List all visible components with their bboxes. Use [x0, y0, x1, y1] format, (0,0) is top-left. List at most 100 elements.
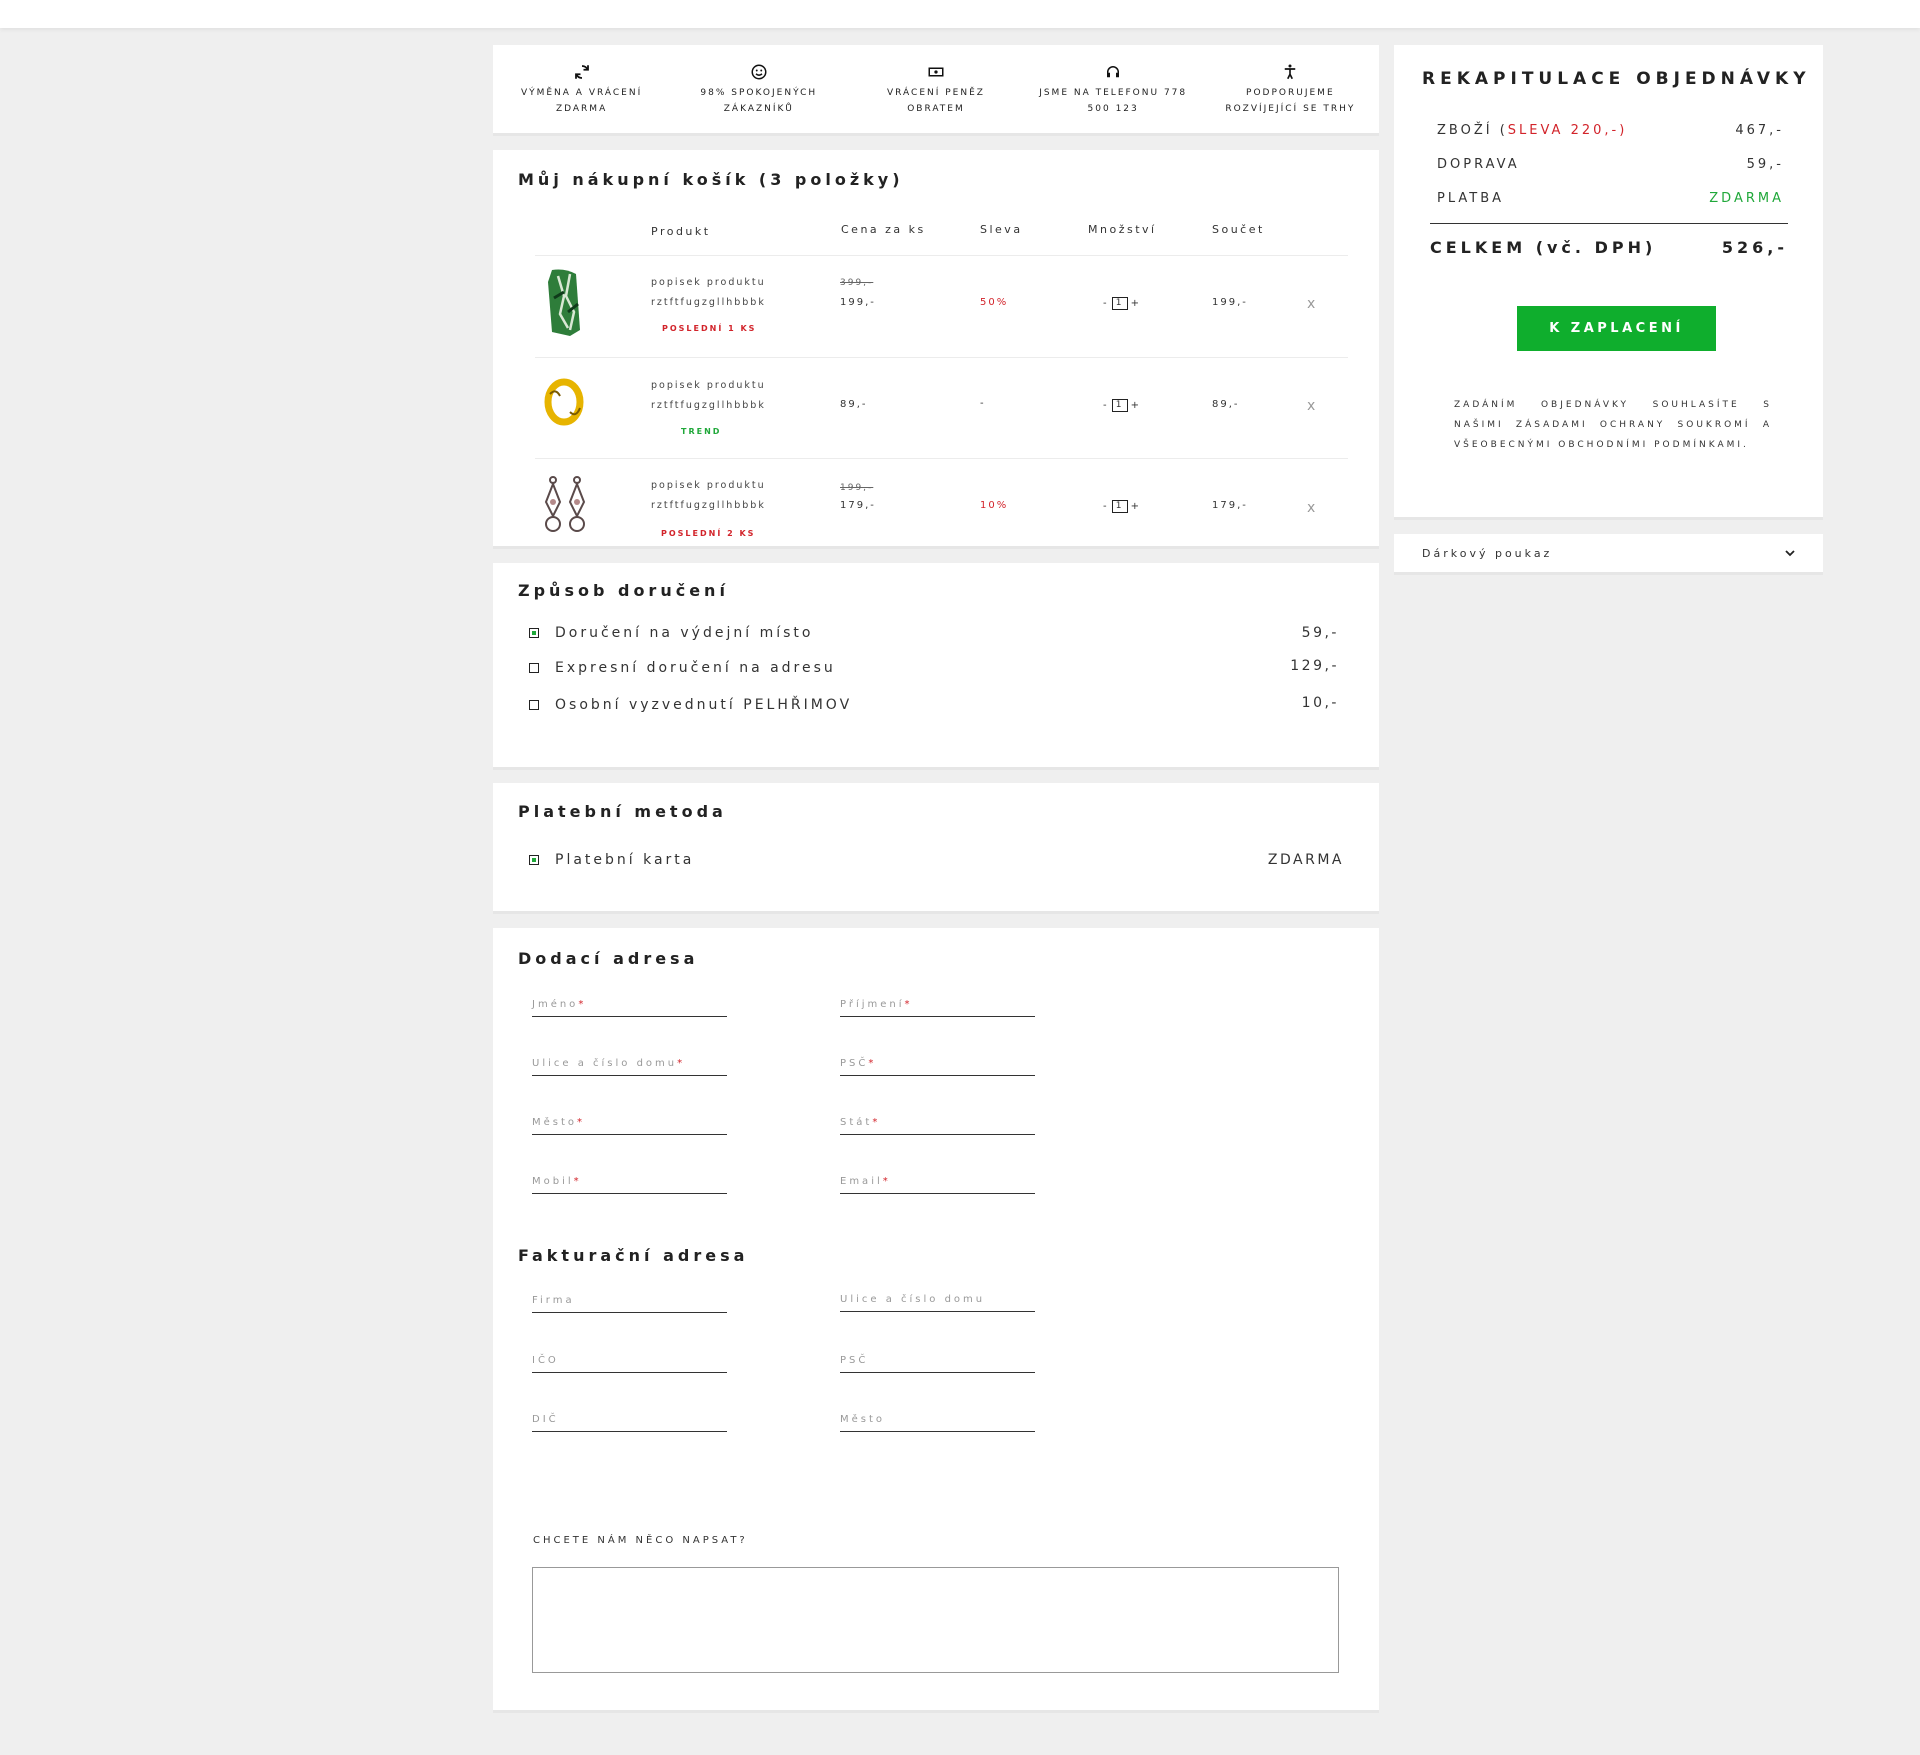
delivery-option-pickup[interactable]: Doručení na výdejní místo	[529, 625, 813, 641]
billing-street-field[interactable]: Ulice a číslo domu	[840, 1294, 1035, 1312]
option-label: Platební karta	[555, 852, 695, 868]
option-label: Osobní vyzvednutí PELHŘIMOV	[555, 697, 853, 713]
scarf-product-image[interactable]	[540, 268, 590, 338]
discount-value: -	[980, 398, 986, 409]
benefit-markets: Podporujeme rozvíjející se trhy	[1215, 63, 1365, 117]
product-desc-line1: popisek produktu	[651, 277, 766, 288]
remove-item-button[interactable]: x	[1307, 296, 1315, 312]
benefits-bar: Výměna a vrácení zdarma 98% spokojených …	[493, 45, 1379, 133]
zip-field[interactable]: PSČ*	[840, 1058, 1035, 1076]
bracelet-product-image[interactable]	[540, 372, 590, 432]
headset-icon	[1107, 66, 1120, 78]
qty-input[interactable]: 1	[1111, 500, 1128, 513]
product-desc-line1: popisek produktu	[651, 380, 766, 391]
quantity-stepper: - 1 +	[1103, 399, 1141, 412]
consent-text: Zadáním objednávky souhlasíte s našimi z…	[1454, 400, 1772, 450]
country-field[interactable]: Stát*	[840, 1117, 1035, 1135]
radio-button[interactable]	[529, 628, 539, 638]
delivery-option-personal[interactable]: Osobní vyzvednutí PELHŘIMOV	[529, 697, 852, 713]
delivery-title: Způsob doručení	[518, 581, 729, 600]
benefit-label: 98% spokojených zákazníků	[700, 88, 818, 114]
stock-badge: POSLEDNÍ 2 KS	[661, 529, 756, 538]
radio-button[interactable]	[529, 700, 539, 710]
benefit-phone: Jsme na telefonu 778 500 123	[1038, 63, 1188, 117]
column-header-quantity: Množství	[1088, 223, 1157, 236]
email-field[interactable]: Email*	[840, 1176, 1035, 1194]
person-icon	[1285, 64, 1296, 80]
trend-badge: TREND	[681, 427, 722, 436]
column-header-unit-price: Cena za ks	[841, 223, 926, 236]
column-header-discount: Sleva	[980, 223, 1023, 236]
total-value: 526,-	[1721, 238, 1788, 257]
summary-payment-row: PLATBA ZDARMA	[1437, 191, 1784, 206]
smile-icon	[751, 64, 767, 80]
radio-button[interactable]	[529, 855, 539, 865]
remove-item-button[interactable]: x	[1307, 500, 1315, 516]
payment-section: Platební metoda Platební karta ZDARMA	[493, 783, 1379, 911]
ico-field[interactable]: IČO	[532, 1355, 727, 1373]
line-total: 179,-	[1212, 500, 1248, 511]
benefit-returns: Výměna a vrácení zdarma	[507, 63, 657, 117]
stock-badge: POSLEDNÍ 1 KS	[662, 324, 757, 333]
address-section: Dodací adresa Jméno* Příjmení* Ulice a č…	[493, 928, 1379, 1710]
option-price: ZDARMA	[1267, 852, 1344, 868]
column-header-total: Součet	[1212, 223, 1265, 236]
top-bar	[0, 0, 1920, 28]
qty-increase-button[interactable]: +	[1131, 501, 1141, 512]
qty-increase-button[interactable]: +	[1131, 400, 1141, 411]
summary-shipping-row: DOPRAVA 59,-	[1437, 157, 1784, 172]
quantity-stepper: - 1 +	[1103, 297, 1141, 310]
street-field[interactable]: Ulice a číslo domu*	[532, 1058, 727, 1076]
product-desc-line1: popisek produktu	[651, 480, 766, 491]
delivery-option-express[interactable]: Expresní doručení na adresu	[529, 660, 836, 676]
unit-price: 89,-	[840, 399, 868, 410]
notes-textarea[interactable]	[532, 1567, 1339, 1673]
summary-title: REKAPITULACE OBJEDNÁVKY	[1422, 69, 1811, 89]
money-icon	[928, 67, 944, 77]
notes-label: CHCETE NÁM NĚCO NAPSAT?	[533, 1535, 748, 1546]
city-field[interactable]: Město*	[532, 1117, 727, 1135]
qty-increase-button[interactable]: +	[1131, 298, 1141, 309]
chevron-down-icon	[1785, 550, 1795, 557]
product-desc-line2: rztftfugzgllhbbbk	[651, 500, 766, 511]
shipping-label: DOPRAVA	[1437, 157, 1520, 172]
benefit-label: Vrácení peněz obratem	[886, 88, 985, 114]
goods-label: ZBOŽÍ (SLEVA 220,-)	[1437, 123, 1628, 138]
qty-input[interactable]: 1	[1111, 297, 1128, 310]
benefit-satisfaction: 98% spokojených zákazníků	[684, 63, 834, 117]
qty-decrease-button[interactable]: -	[1103, 400, 1109, 411]
qty-decrease-button[interactable]: -	[1103, 501, 1109, 512]
billing-zip-field[interactable]: PSČ	[840, 1355, 1035, 1373]
delivery-address-title: Dodací adresa	[518, 949, 699, 968]
old-price: 199,-	[840, 483, 874, 493]
pay-button[interactable]: K ZAPLACENÍ	[1517, 306, 1716, 351]
line-total: 89,-	[1212, 399, 1240, 410]
option-price: 59,-	[1301, 625, 1339, 641]
dic-field[interactable]: DIČ	[532, 1414, 727, 1432]
mobile-field[interactable]: Mobil*	[532, 1176, 727, 1194]
radio-button[interactable]	[529, 663, 539, 673]
order-summary: REKAPITULACE OBJEDNÁVKY ZBOŽÍ (SLEVA 220…	[1394, 45, 1823, 517]
summary-goods-row: ZBOŽÍ (SLEVA 220,-) 467,-	[1437, 123, 1784, 138]
benefit-label: Výměna a vrácení zdarma	[520, 88, 643, 114]
payment-value: ZDARMA	[1709, 191, 1784, 206]
first-name-field[interactable]: Jméno*	[532, 999, 727, 1017]
last-name-field[interactable]: Příjmení*	[840, 999, 1035, 1017]
goods-value: 467,-	[1735, 123, 1784, 138]
refresh-icon	[574, 65, 589, 79]
payment-title: Platební metoda	[518, 802, 727, 821]
column-header-product: Produkt	[651, 225, 711, 238]
gift-voucher-toggle[interactable]: Dárkový poukaz	[1394, 534, 1823, 572]
payment-label: PLATBA	[1437, 191, 1505, 206]
billing-address-title: Fakturační adresa	[518, 1246, 749, 1265]
billing-city-field[interactable]: Město	[840, 1414, 1035, 1432]
remove-item-button[interactable]: x	[1307, 398, 1315, 414]
earrings-product-image[interactable]	[540, 474, 590, 540]
qty-input[interactable]: 1	[1111, 399, 1128, 412]
summary-total-row: CELKEM (vč. DPH) 526,-	[1430, 238, 1788, 257]
company-field[interactable]: Firma	[532, 1295, 727, 1313]
payment-option-card[interactable]: Platební karta	[529, 852, 694, 868]
product-desc-line2: rztftfugzgllhbbbk	[651, 400, 766, 411]
qty-decrease-button[interactable]: -	[1103, 298, 1109, 309]
option-price: 10,-	[1301, 695, 1339, 711]
